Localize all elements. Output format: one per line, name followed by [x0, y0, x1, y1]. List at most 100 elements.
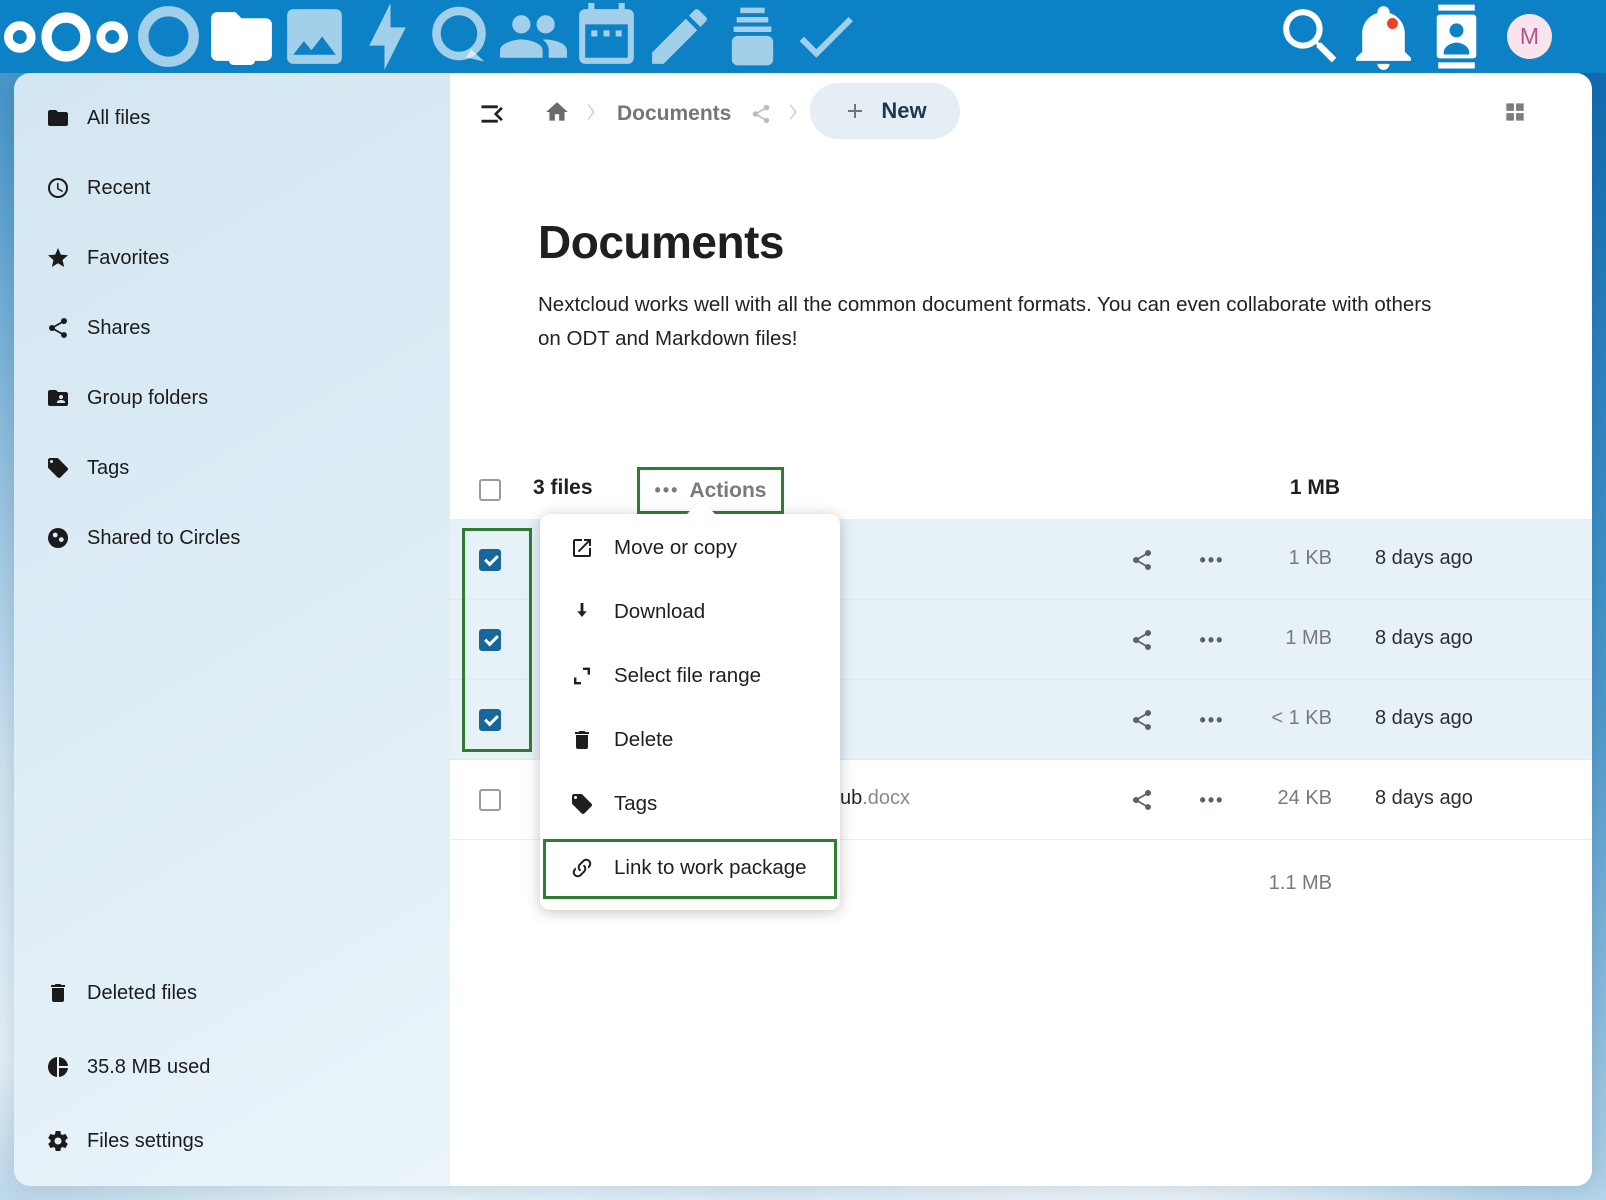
- row-checkbox[interactable]: [479, 789, 501, 811]
- close-navigation-icon[interactable]: [478, 100, 506, 128]
- breadcrumb-chevron-icon: [580, 101, 602, 123]
- app-navigation: [132, 0, 862, 73]
- circles-icon: [46, 526, 70, 550]
- menu-item-link-to-work-package[interactable]: Link to work package: [540, 840, 840, 896]
- selected-size-total: 1 MB: [1290, 476, 1340, 500]
- sidebar-item-label: Tags: [87, 457, 129, 480]
- row-checkbox[interactable]: [479, 709, 501, 731]
- more-actions-icon[interactable]: •••: [1198, 788, 1226, 812]
- sidebar-bottom: Deleted files 35.8 MB used Files setting…: [22, 970, 442, 1166]
- sidebar-item-favorites[interactable]: Favorites: [22, 235, 442, 281]
- file-name[interactable]: ub.docx: [840, 787, 910, 810]
- menu-item-tags[interactable]: Tags: [540, 776, 840, 832]
- share-icon[interactable]: [1130, 788, 1154, 812]
- total-size: 1.1 MB: [1269, 872, 1332, 895]
- tag-icon: [46, 456, 70, 480]
- plus-icon: [843, 99, 867, 123]
- menu-item-delete[interactable]: Delete: [540, 712, 840, 768]
- tasks-app-icon[interactable]: [789, 0, 862, 73]
- circles-app-icon[interactable]: [132, 0, 205, 73]
- folder-description: Nextcloud works well with all the common…: [538, 288, 1490, 356]
- trash-icon: [46, 981, 70, 1005]
- menu-caret: [686, 500, 716, 515]
- notification-dot: [1387, 18, 1398, 29]
- selected-count: 3 files: [533, 476, 593, 500]
- trash-icon: [570, 728, 594, 752]
- row-checkbox[interactable]: [479, 549, 501, 571]
- nextcloud-logo[interactable]: [0, 4, 132, 70]
- sidebar-item-shared-to-circles[interactable]: Shared to Circles: [22, 515, 442, 561]
- share-icon: [46, 316, 70, 340]
- select-range-icon: [570, 664, 594, 688]
- app-panel: All files Recent Favorites Shares Group …: [14, 73, 1592, 1186]
- file-modified: 8 days ago: [1375, 547, 1473, 570]
- breadcrumb-chevron-icon: [782, 101, 804, 123]
- file-size: 1 KB: [1289, 547, 1332, 570]
- actions-menu: Move or copy Download Select file range …: [540, 514, 840, 910]
- sidebar-item-recent[interactable]: Recent: [22, 165, 442, 211]
- quota-pie-icon: [46, 1055, 70, 1079]
- sidebar-item-label: Favorites: [87, 247, 169, 270]
- menu-item-select-file-range[interactable]: Select file range: [540, 648, 840, 704]
- tag-icon: [570, 792, 594, 816]
- menu-item-move-or-copy[interactable]: Move or copy: [540, 520, 840, 576]
- sidebar-item-label: Deleted files: [87, 982, 197, 1005]
- star-icon: [46, 246, 70, 270]
- sidebar-item-label: Group folders: [87, 387, 208, 410]
- folder-account-icon: [46, 386, 70, 410]
- sidebar-item-label: 35.8 MB used: [87, 1056, 210, 1079]
- file-size: 24 KB: [1278, 787, 1332, 810]
- notifications-icon[interactable]: [1347, 0, 1420, 73]
- share-icon[interactable]: [1130, 708, 1154, 732]
- sidebar-item-tags[interactable]: Tags: [22, 445, 442, 491]
- avatar[interactable]: M: [1493, 0, 1566, 73]
- gear-icon: [46, 1129, 70, 1153]
- home-icon[interactable]: [544, 99, 570, 125]
- breadcrumb-current[interactable]: Documents: [617, 102, 731, 126]
- breadcrumb-share-icon[interactable]: [750, 103, 772, 125]
- deck-app-icon[interactable]: [716, 0, 789, 73]
- files-app-icon[interactable]: [205, 0, 278, 73]
- more-actions-icon[interactable]: •••: [1198, 548, 1226, 572]
- folder-icon: [46, 106, 70, 130]
- file-size: < 1 KB: [1271, 707, 1332, 730]
- files-content: Documents New Documents Nextcloud works …: [450, 73, 1592, 1186]
- file-size: 1 MB: [1285, 627, 1332, 650]
- file-list-header: 3 files ••• Actions 1 MB: [450, 460, 1592, 520]
- file-extension: .docx: [862, 787, 910, 809]
- open-in-new-icon: [570, 536, 594, 560]
- sidebar-item-label: Shares: [87, 317, 150, 340]
- share-icon[interactable]: [1130, 548, 1154, 572]
- row-checkbox[interactable]: [479, 629, 501, 651]
- notes-app-icon[interactable]: [643, 0, 716, 73]
- file-modified: 8 days ago: [1375, 787, 1473, 810]
- more-actions-icon[interactable]: •••: [1198, 708, 1226, 732]
- more-actions-icon[interactable]: •••: [1198, 628, 1226, 652]
- grid-view-icon[interactable]: [1502, 99, 1528, 125]
- page-title: Documents: [538, 215, 784, 269]
- sidebar-item-label: Shared to Circles: [87, 527, 240, 550]
- ellipsis-icon: •••: [655, 480, 680, 501]
- talk-app-icon[interactable]: [424, 0, 497, 73]
- sidebar-item-quota[interactable]: 35.8 MB used: [22, 1044, 442, 1090]
- new-button[interactable]: New: [810, 83, 960, 139]
- top-bar: M: [0, 0, 1606, 73]
- sidebar-item-files-settings[interactable]: Files settings: [22, 1118, 442, 1164]
- sidebar-item-label: Files settings: [87, 1130, 204, 1153]
- photos-app-icon[interactable]: [278, 0, 351, 73]
- contacts-menu-icon[interactable]: [1420, 0, 1493, 73]
- sidebar-item-group-folders[interactable]: Group folders: [22, 375, 442, 421]
- sidebar-item-shares[interactable]: Shares: [22, 305, 442, 351]
- file-modified: 8 days ago: [1375, 707, 1473, 730]
- select-all-checkbox[interactable]: [479, 479, 501, 501]
- link-icon: [570, 856, 594, 880]
- share-icon[interactable]: [1130, 628, 1154, 652]
- sidebar-item-deleted-files[interactable]: Deleted files: [22, 970, 442, 1016]
- sidebar-item-all-files[interactable]: All files: [22, 95, 442, 141]
- calendar-app-icon[interactable]: [570, 0, 643, 73]
- activity-app-icon[interactable]: [351, 0, 424, 73]
- contacts-app-icon[interactable]: [497, 0, 570, 73]
- search-icon[interactable]: [1274, 0, 1347, 73]
- sidebar-item-label: All files: [87, 107, 150, 130]
- menu-item-download[interactable]: Download: [540, 584, 840, 640]
